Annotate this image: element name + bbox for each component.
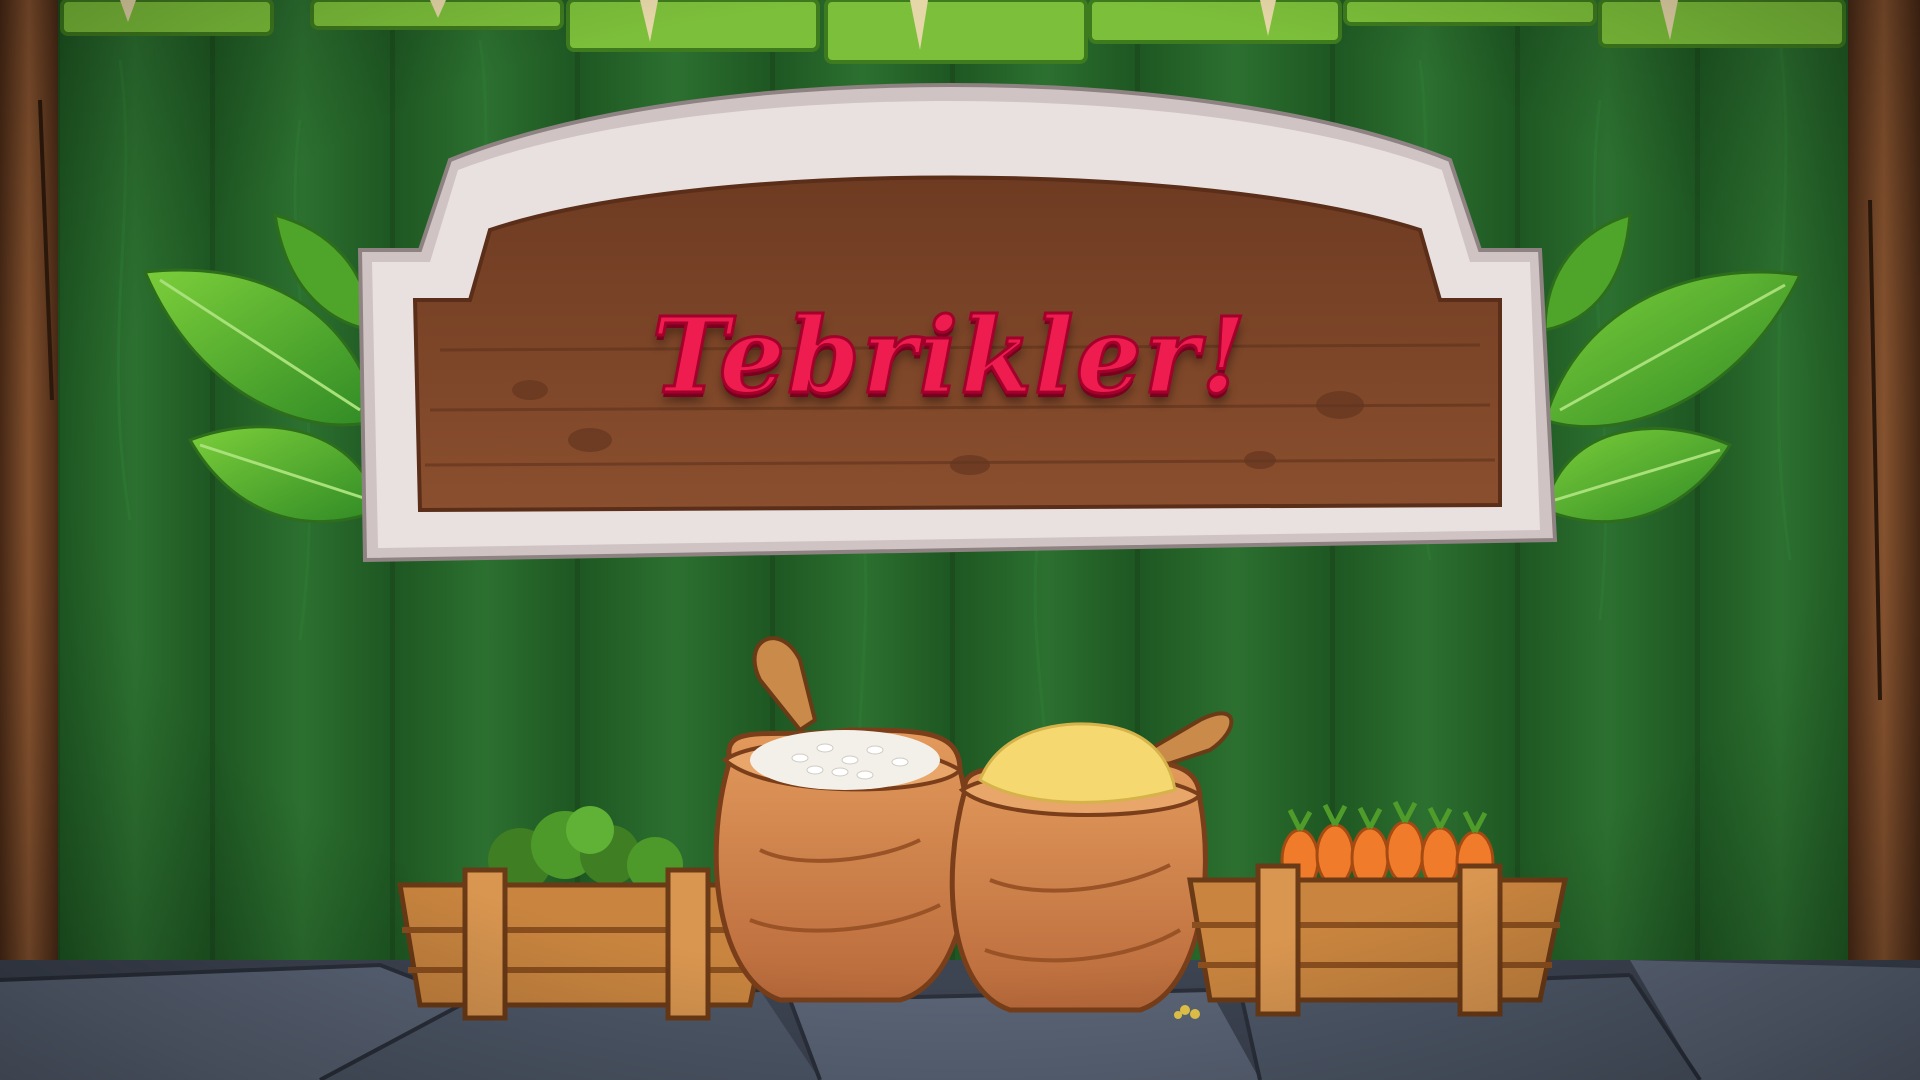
congratulations-title: Tebrikler! [650,292,1249,418]
background-art [0,0,1920,1080]
vignette-overlay [0,0,1920,1080]
game-scene: Tebrikler! [0,0,1920,1080]
